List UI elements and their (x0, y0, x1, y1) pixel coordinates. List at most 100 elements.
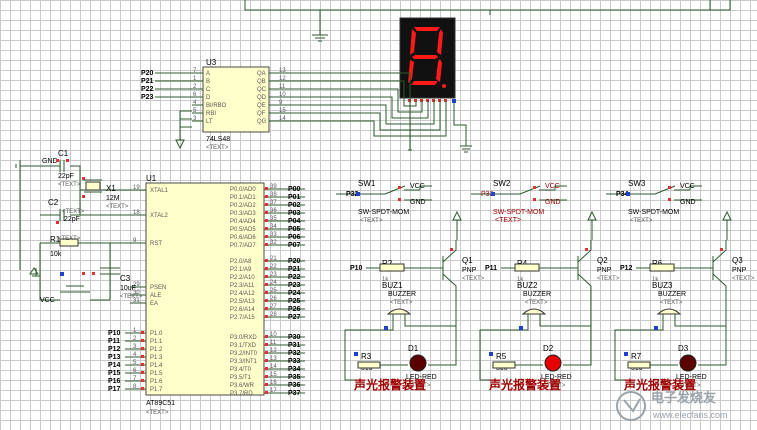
transistor-pin-marker (450, 248, 453, 251)
u1-pin-number: 31 (133, 298, 140, 304)
u1-pin-number: 11 (270, 340, 277, 346)
watermark-logo (616, 391, 646, 421)
u1-pin-marker (265, 243, 268, 246)
base-resistor (649, 263, 675, 272)
u1-pin-number: 21 (270, 256, 277, 262)
led-ref: D2 (543, 344, 554, 353)
u1-net-label: P13 (108, 354, 121, 361)
u3-pin-name: QG (257, 119, 267, 125)
u3-pin-name: QD (257, 95, 267, 101)
u1-pin-name: P3.7/RD (230, 391, 253, 397)
seven-segment-display[interactable] (399, 17, 456, 103)
transistor-pin-marker (585, 248, 588, 251)
led-ref: D1 (408, 344, 419, 353)
u1-net-label: P01 (288, 194, 301, 201)
switch-text: <TEXT> (360, 218, 383, 224)
switch-ref: SW2 (493, 179, 511, 188)
u1-pin-name: P3.1/TXD (230, 343, 257, 349)
u3-pin-name: QB (257, 79, 266, 85)
switch-pin-marker (356, 192, 360, 196)
u1-net-label: P31 (288, 342, 301, 349)
u1-pin-marker (265, 343, 268, 346)
base-net-label: P12 (620, 265, 633, 272)
alarm-block-2[interactable]: SW2P33SW-SPDT-MOM<TEXT>VCCGNDP11R41kQ2PN… (471, 179, 620, 392)
u1-pin-name: P2.2/A10 (230, 275, 255, 281)
led-pin-marker (624, 352, 628, 356)
alarm-block-3[interactable]: SW3P34SW-SPDT-MOM<TEXT>VCCGNDP12R61kQ3PN… (606, 179, 755, 392)
u1-pin-name: P2.6/A14 (230, 307, 255, 313)
u1-pin-number: 34 (270, 224, 277, 230)
u1-net-label: P17 (108, 386, 121, 393)
u3-pin-name: QC (257, 87, 267, 93)
u1-pin-name: P1.7 (150, 387, 163, 393)
u1-microcontroller[interactable]: U1 AT89C51 <TEXT> 19 XTAL118 XTAL29 RST29 PS… (108, 174, 305, 416)
transistor-type: PNP (462, 267, 477, 274)
base-resistor (379, 263, 405, 272)
u1-net-label: P02 (288, 202, 301, 209)
alarm-label: 声光报警装置 (488, 377, 561, 392)
u1-pin-name: P2.3/A11 (230, 283, 255, 289)
u1-pin-name: P1.2 (150, 347, 163, 353)
u3-pin-name: A (206, 71, 210, 77)
u1-pin-marker (265, 291, 268, 294)
u1-pin-name: P3.6/WR (230, 383, 255, 389)
buzzer-text: <TEXT> (660, 300, 683, 306)
u1-pin-name: P3.4/T0 (230, 367, 252, 373)
u1-pin-number: 36 (270, 208, 277, 214)
base-net-label: P10 (350, 265, 363, 272)
c2-ref: C2 (48, 198, 59, 207)
u1-net-label: P32 (288, 350, 301, 357)
alarm-label: 声光报警装置 (353, 377, 426, 392)
u1-pin-marker (141, 347, 144, 350)
led-symbol (679, 354, 697, 372)
switch-pin-marker (491, 192, 495, 196)
transistor-ref: Q1 (462, 256, 473, 265)
led-resistor (357, 361, 381, 369)
u1-pin-number: 16 (270, 380, 277, 386)
u1-pin-marker (265, 219, 268, 222)
switch-vcc: VCC (680, 183, 695, 190)
switch-pin-marker (668, 186, 671, 189)
alarm-block-1[interactable]: SW1P32SW-SPDT-MOM<TEXT>VCCGNDP10R21kQ1PN… (336, 179, 485, 392)
u1-pin-name: P1.5 (150, 371, 163, 377)
u1-pin-marker (265, 211, 268, 214)
u1-pin-name: P1.3 (150, 355, 163, 361)
u1-pin-name: P0.4/AD4 (230, 219, 256, 225)
u1-pin-marker (265, 195, 268, 198)
u1-pin-name: P2.4/A12 (230, 291, 255, 297)
u1-net-label: P23 (288, 282, 301, 289)
u3-decoder-chip[interactable]: U3 74LS48 <TEXT> 7 AP201 BP212 CP226 DP234 BI… (141, 58, 290, 151)
clock-gnd-label: GND (42, 158, 58, 165)
c1-value: 22pF (58, 173, 74, 180)
buzzer-pin-marker (384, 326, 388, 330)
switch-text: <TEXT> (495, 217, 521, 224)
transistor-ref: Q3 (732, 256, 743, 265)
u1-pin-marker (265, 259, 268, 262)
u1-pin-number: 22 (270, 264, 277, 270)
u3-pin-number: 15 (279, 108, 286, 114)
u1-pin-name: XTAL1 (150, 188, 169, 194)
u1-net-label: P11 (108, 338, 120, 345)
switch-pin-marker (398, 186, 401, 189)
u1-net-label: P33 (288, 358, 301, 365)
u1-pin-number: 27 (270, 304, 277, 310)
top-bus-wires (244, 0, 731, 42)
u1-pin-name: RST (150, 241, 162, 247)
u1-pin-number: 10 (270, 332, 277, 338)
u1-pin-name: P1.1 (150, 339, 163, 345)
u1-pin-name: P1.0 (150, 331, 163, 337)
u1-net-label: P27 (288, 314, 301, 321)
buzzer-pin-marker (654, 326, 658, 330)
r1-text: <TEXT> (58, 236, 81, 242)
buzzer-symbol (656, 308, 682, 315)
u1-pin-number: 33 (270, 232, 277, 238)
alarm-label: 声光报警装置 (623, 377, 696, 392)
c1-ref: C1 (58, 149, 69, 158)
u1-pin-marker (265, 359, 268, 362)
buzzer-text: <TEXT> (390, 300, 413, 306)
switch-pin-marker (533, 186, 536, 189)
u1-pin-marker (141, 379, 144, 382)
u1-pin-number: 14 (270, 364, 277, 370)
u1-pin-name: P0.5/AD5 (230, 227, 256, 233)
u1-pin-name: P2.5/A13 (230, 299, 255, 305)
